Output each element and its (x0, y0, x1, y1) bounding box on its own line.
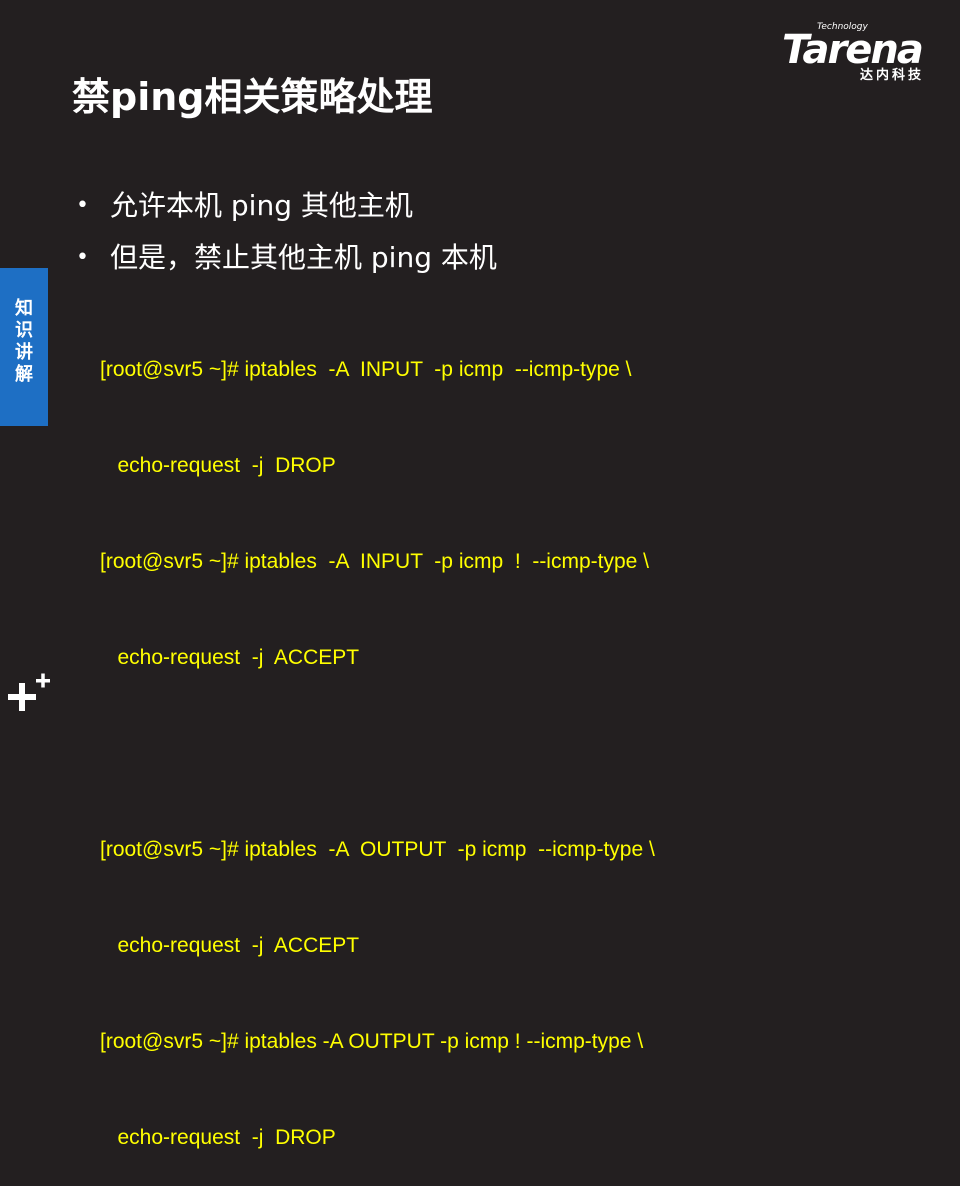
bullet-dot-icon: • (76, 193, 89, 218)
side-tab-label: 知识讲解 (0, 298, 48, 386)
bullet-item: • 但是，禁止其他主机 ping 本机 (72, 232, 497, 284)
bullet-text: 允许本机 ping 其他主机 (110, 189, 413, 222)
code-line: [root@svr5 ~]# iptables -A OUTPUT -p icm… (100, 838, 655, 861)
side-tab-char: 解 (15, 364, 33, 385)
side-tab-char: 识 (15, 320, 33, 341)
code-line: echo-request -j ACCEPT (100, 934, 360, 957)
plus-icon (8, 673, 50, 711)
bullet-item: • 允许本机 ping 其他主机 (72, 180, 497, 232)
bullet-list: • 允许本机 ping 其他主机 • 但是，禁止其他主机 ping 本机 (72, 180, 497, 284)
knowledge-tab: 知识讲解 (0, 268, 48, 426)
code-line: echo-request -j DROP (100, 454, 336, 477)
bullet-text: 但是，禁止其他主机 ping 本机 (110, 241, 497, 274)
code-line: [root@svr5 ~]# iptables -A INPUT -p icmp… (100, 550, 650, 573)
side-tab-char: 知 (15, 298, 33, 319)
code-block: [root@svr5 ~]# iptables -A INPUT -p icmp… (100, 290, 655, 1186)
side-tab-char: 讲 (15, 342, 33, 363)
slide-title: 禁ping相关策略处理 (72, 75, 433, 119)
tarena-logo: Technology Tarena 达内科技 (770, 22, 950, 84)
code-line: [root@svr5 ~]# iptables -A OUTPUT -p icm… (100, 1030, 644, 1053)
bullet-dot-icon: • (76, 245, 89, 270)
logo-chinese-name: 达内科技 (860, 68, 925, 83)
code-line: echo-request -j ACCEPT (100, 646, 360, 669)
code-line: [root@svr5 ~]# iptables -A INPUT -p icmp… (100, 358, 632, 381)
code-line: echo-request -j DROP (100, 1126, 336, 1149)
